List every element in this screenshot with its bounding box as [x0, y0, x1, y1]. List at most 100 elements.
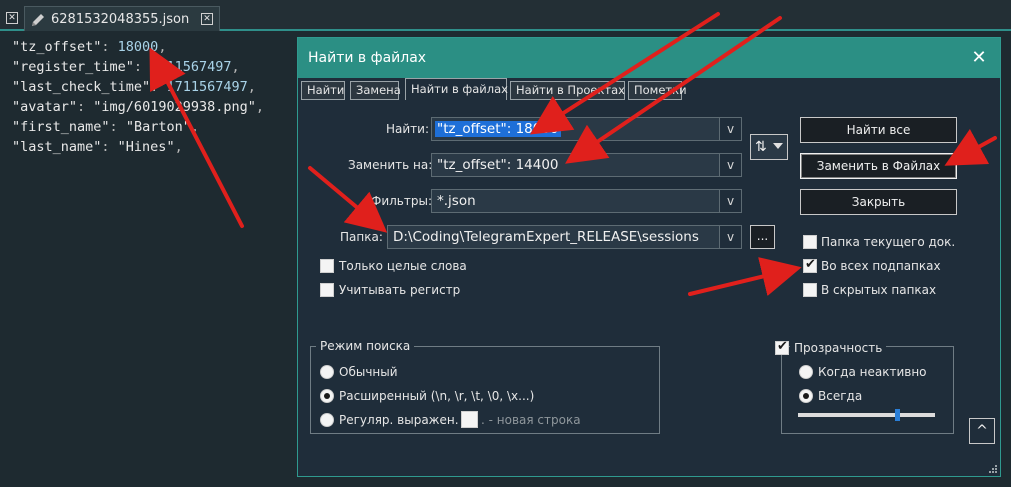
all-subfolders-label: Во всех подпапках — [821, 259, 941, 273]
search-mode-title: Режим поиска — [316, 339, 415, 353]
code-line: "register_time": 1711567497, — [12, 59, 240, 75]
search-mode-normal-radio[interactable] — [320, 365, 334, 379]
code-tail: , — [190, 119, 199, 135]
swap-dropdown-icon — [773, 143, 783, 149]
transparency-checkbox[interactable]: ✔ — [775, 339, 789, 355]
search-mode-extended-radio[interactable] — [320, 389, 334, 403]
tab-close-icon[interactable]: ✕ — [201, 13, 213, 25]
pencil-icon — [32, 14, 44, 26]
code-value: "Hines" — [117, 139, 175, 155]
current-doc-folder-label: Папка текущего док. — [821, 235, 956, 249]
match-case-label: Учитывать регистр — [339, 283, 461, 297]
code-editor[interactable]: "tz_offset": 18000, "register_time": 1711… — [0, 33, 300, 487]
dialog-title-bar[interactable]: Найти в файлах ✕ — [298, 38, 1000, 78]
filters-label: Фильтры: — [371, 194, 432, 208]
transparency-inactive-radio[interactable] — [799, 365, 813, 379]
code-line: "tz_offset": 18000, — [12, 39, 166, 55]
hidden-folders-label: В скрытых папках — [821, 283, 937, 297]
find-input[interactable]: "tz_offset": 18000 v — [431, 117, 742, 141]
resize-grip-icon[interactable] — [988, 464, 998, 474]
search-mode-extended-label: Расширенный (\n, \r, \t, \0, \x...) — [339, 389, 535, 403]
checkmark-icon: ✔ — [777, 339, 788, 354]
regex-newline-hint: . - новая строка — [481, 413, 581, 427]
code-sep: : — [150, 79, 167, 95]
whole-words-checkbox[interactable] — [320, 259, 334, 273]
code-tail: , — [158, 39, 167, 55]
current-doc-folder-checkbox[interactable] — [803, 235, 817, 249]
search-mode-normal-label: Обычный — [339, 365, 398, 379]
code-line: "last_check_time": 1711567497, — [12, 79, 256, 95]
search-mode-regex-radio[interactable] — [320, 413, 334, 427]
tab-title: 6281532048355.json — [51, 12, 190, 27]
code-line: "last_name": "Hines", — [12, 139, 183, 155]
code-key: "first_name" — [12, 119, 110, 135]
code-value: "img/6019029938.png" — [93, 99, 256, 115]
code-key: "last_check_time" — [12, 79, 151, 95]
search-mode-regex-label: Регуляр. выражен. — [339, 413, 459, 427]
tab-bar: ✕ 6281532048355.json ✕ — [0, 0, 1011, 31]
code-tail: , — [247, 79, 256, 95]
transparency-slider-track[interactable] — [798, 413, 935, 417]
transparency-slider-thumb[interactable] — [894, 409, 900, 421]
radio-dot-icon — [803, 393, 809, 399]
code-key: "last_name" — [12, 139, 102, 155]
filters-dropdown-icon[interactable]: v — [719, 190, 741, 212]
hidden-folders-checkbox[interactable] — [803, 283, 817, 297]
match-case-checkbox[interactable] — [320, 283, 334, 297]
radio-dot-icon — [324, 393, 330, 399]
code-tail: , — [255, 99, 264, 115]
replace-dropdown-icon[interactable]: v — [719, 154, 741, 176]
code-tail: , — [231, 59, 240, 75]
dialog-tab-3[interactable]: Найти в Проектах — [510, 81, 625, 100]
transparency-always-radio[interactable] — [799, 389, 813, 403]
regex-newline-checkbox[interactable] — [461, 411, 478, 428]
dialog-tab-2[interactable]: Найти в файлах — [405, 78, 508, 100]
code-key: "register_time" — [12, 59, 134, 75]
transparency-inactive-label: Когда неактивно — [818, 365, 927, 379]
close-all-icon[interactable]: ✕ — [6, 12, 18, 24]
code-sep: : — [133, 59, 151, 75]
folder-input-value: D:\Coding\TelegramExpert_RELEASE\session… — [393, 229, 699, 245]
swap-icon: ⇅ — [755, 139, 767, 155]
code-key: "avatar" — [12, 99, 78, 115]
find-input-value: "tz_offset": 18000 — [435, 121, 561, 137]
code-key: "tz_offset" — [12, 39, 102, 55]
code-value: "Barton" — [125, 119, 191, 135]
close-button[interactable]: Закрыть — [800, 189, 957, 215]
code-value: 18000 — [117, 39, 159, 55]
find-dropdown-icon[interactable]: v — [719, 118, 741, 140]
dialog-tab-0[interactable]: Найти — [301, 81, 345, 100]
browse-folder-button[interactable]: ... — [750, 225, 775, 249]
code-sep: : — [101, 39, 118, 55]
code-tail: , — [174, 139, 183, 155]
transparency-always-label: Всегда — [818, 389, 863, 403]
transparency-title: Прозрачность — [790, 341, 887, 355]
code-line: "avatar": "img/6019029938.png", — [12, 99, 264, 115]
all-subfolders-checkbox[interactable]: ✔ — [803, 257, 817, 273]
dialog-close-icon[interactable]: ✕ — [966, 45, 992, 71]
find-all-button[interactable]: Найти все — [800, 117, 957, 143]
replace-label: Заменить на: — [348, 158, 433, 172]
code-value: 1711567497 — [166, 79, 248, 95]
find-in-files-dialog: Найти в файлах ✕ Найти Замена Найти в файл… — [297, 37, 1001, 477]
collapse-button[interactable]: ^ — [969, 418, 995, 444]
replace-input[interactable]: "tz_offset": 14400 v — [431, 153, 742, 177]
tab-json-file[interactable]: 6281532048355.json ✕ — [24, 6, 220, 31]
swap-find-replace-button[interactable]: ⇅ — [750, 134, 788, 160]
filters-input-value: *.json — [437, 193, 476, 209]
replace-in-files-button[interactable]: Заменить в Файлах — [800, 153, 957, 179]
folder-input[interactable]: D:\Coding\TelegramExpert_RELEASE\session… — [387, 225, 742, 249]
code-line: "first_name": "Barton", — [12, 119, 199, 135]
whole-words-label: Только целые слова — [339, 259, 467, 273]
code-sep: : — [101, 139, 118, 155]
find-label: Найти: — [386, 122, 430, 136]
code-value: 1711567497 — [150, 59, 232, 75]
folder-dropdown-icon[interactable]: v — [719, 226, 741, 248]
dialog-tab-1[interactable]: Замена — [350, 81, 401, 100]
code-sep: : — [109, 119, 126, 135]
code-sep: : — [77, 99, 94, 115]
filters-input[interactable]: *.json v — [431, 189, 742, 213]
checkmark-icon: ✔ — [805, 257, 816, 272]
dialog-title: Найти в файлах — [308, 50, 427, 66]
dialog-tab-4[interactable]: Пометки — [628, 81, 687, 100]
